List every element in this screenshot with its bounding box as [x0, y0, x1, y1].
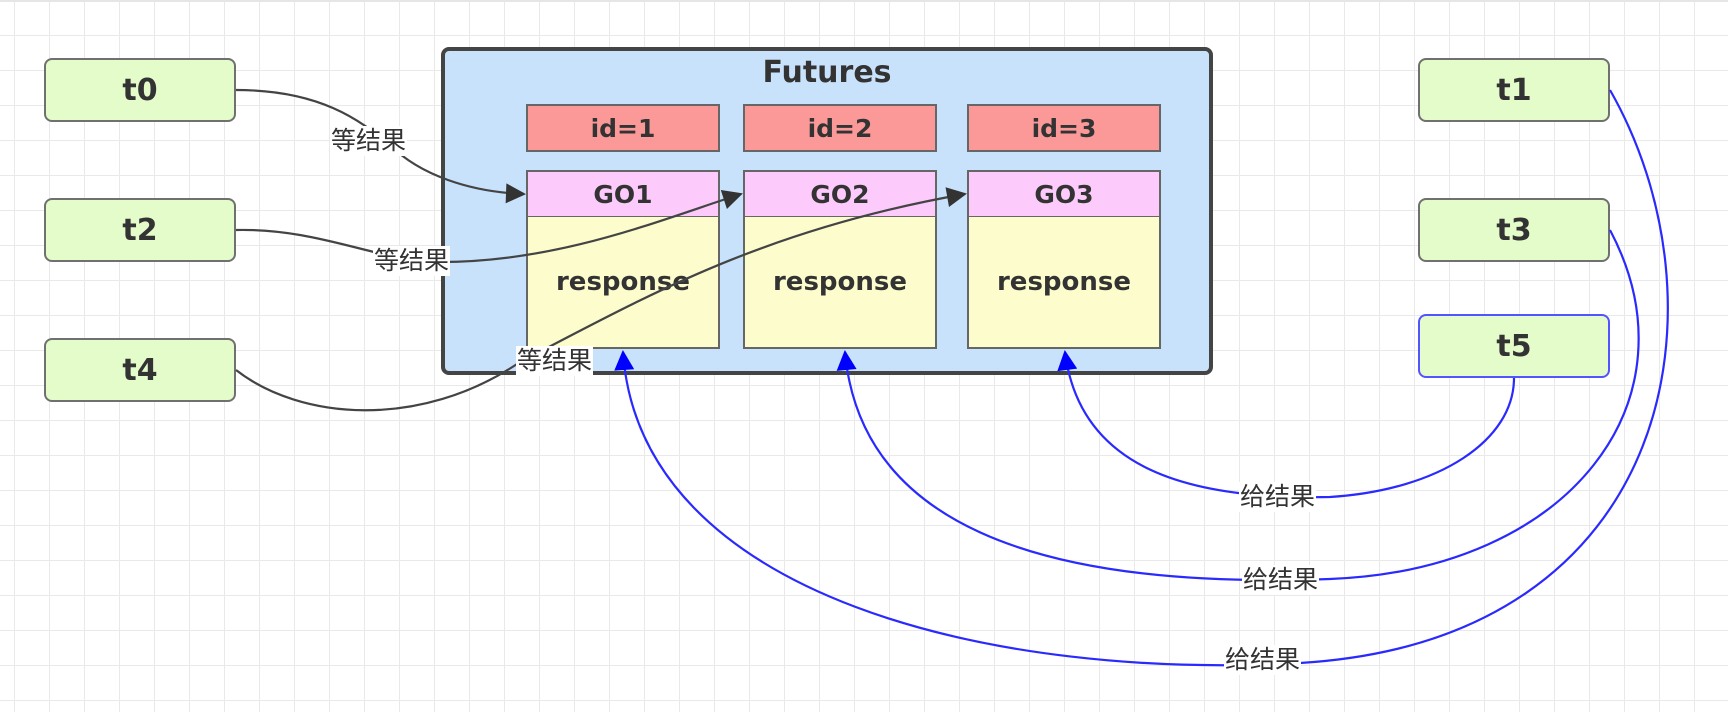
- edge-label-t2: 等结果: [373, 246, 451, 276]
- diagram-canvas: t0 t2 t4 t1 t3 t5 Futures id=1 GO1 respo…: [0, 0, 1728, 712]
- future-response-label: response: [996, 267, 1132, 297]
- future-id-label: id=3: [1031, 113, 1097, 143]
- future-response-label: response: [772, 267, 908, 297]
- thread-label: t0: [122, 72, 158, 108]
- thread-node-t0[interactable]: t0: [44, 58, 236, 122]
- thread-node-t5[interactable]: t5: [1418, 314, 1610, 378]
- edge-label-t3: 给结果: [1242, 565, 1320, 595]
- thread-label: t2: [122, 212, 158, 248]
- thread-node-t2[interactable]: t2: [44, 198, 236, 262]
- thread-node-t4[interactable]: t4: [44, 338, 236, 402]
- future-response-2[interactable]: response: [743, 217, 937, 349]
- future-go-label: GO2: [810, 179, 870, 209]
- future-response-3[interactable]: response: [967, 217, 1161, 349]
- future-id-3[interactable]: id=3: [967, 104, 1161, 152]
- thread-node-t1[interactable]: t1: [1418, 58, 1610, 122]
- thread-node-t3[interactable]: t3: [1418, 198, 1610, 262]
- thread-label: t3: [1496, 212, 1532, 248]
- future-response-label: response: [555, 267, 691, 297]
- thread-label: t1: [1496, 72, 1532, 108]
- edge-label-t1: 给结果: [1224, 645, 1302, 675]
- future-response-1[interactable]: response: [526, 217, 720, 349]
- future-go-2[interactable]: GO2: [743, 170, 937, 218]
- future-go-1[interactable]: GO1: [526, 170, 720, 218]
- edge-label-t4: 等结果: [516, 346, 594, 376]
- future-id-2[interactable]: id=2: [743, 104, 937, 152]
- top-divider: [0, 0, 1728, 2]
- thread-label: t5: [1496, 328, 1532, 364]
- future-go-label: GO3: [1034, 179, 1094, 209]
- future-id-1[interactable]: id=1: [526, 104, 720, 152]
- thread-label: t4: [122, 352, 158, 388]
- future-id-label: id=2: [807, 113, 873, 143]
- future-id-label: id=1: [590, 113, 656, 143]
- edge-label-t5: 给结果: [1239, 482, 1317, 512]
- edge-label-t0: 等结果: [330, 126, 408, 156]
- future-go-3[interactable]: GO3: [967, 170, 1161, 218]
- future-go-label: GO1: [593, 179, 653, 209]
- futures-title: Futures: [762, 55, 892, 90]
